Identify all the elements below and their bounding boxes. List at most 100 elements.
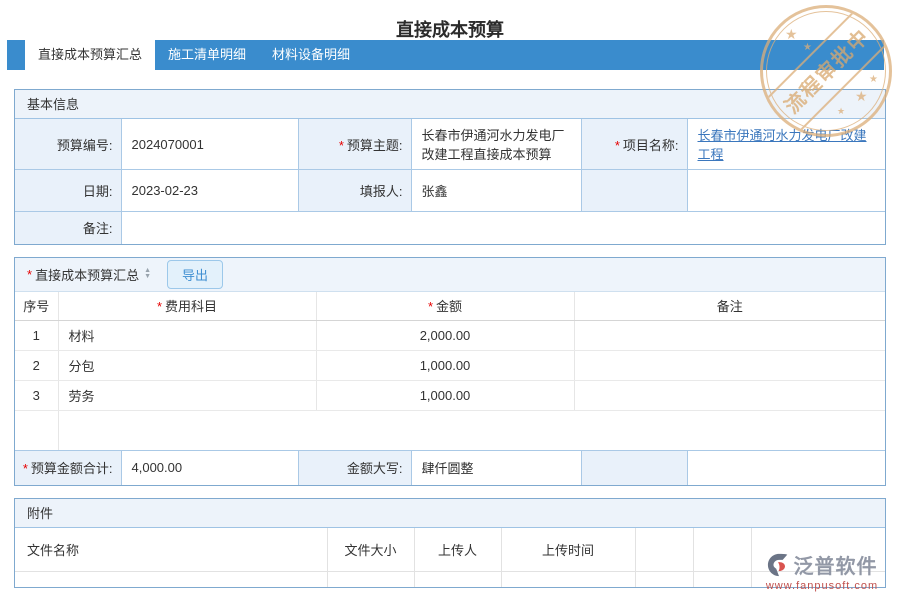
col-header-no: 序号 <box>15 292 58 321</box>
brand-site-url: www.fanpusoft.com <box>752 580 892 592</box>
remark-label: 备注: <box>15 212 121 244</box>
row-no: 2 <box>15 351 58 381</box>
project-name-label-text: 项目名称: <box>623 138 679 153</box>
budget-no-value: 2024070001 <box>121 119 298 170</box>
required-marker: * <box>23 461 28 476</box>
basic-info-panel: 基本信息 预算编号: 2024070001 *预算主题: 长春市伊通河水力发电厂… <box>14 89 886 245</box>
required-marker: * <box>339 138 344 153</box>
empty-cell <box>574 411 885 450</box>
amount-in-words-label-text: 金额大写: <box>347 461 403 476</box>
preparer-value: 张鑫 <box>411 170 581 212</box>
table-row: 3 劳务 1,000.00 <box>15 381 885 411</box>
row-no: 1 <box>15 321 58 351</box>
summary-panel: * 直接成本预算汇总 ▲ ▼ 导出 序号 *费用科目 *金额 备注 1 材料 <box>14 257 886 487</box>
empty-cell <box>414 571 501 587</box>
remark-value <box>121 212 885 244</box>
col-header-subject: *费用科目 <box>58 292 316 321</box>
col-header-remark: 备注 <box>574 292 885 321</box>
empty-cell <box>58 411 316 450</box>
table-row: 日期: 2023-02-23 填报人: 张鑫 <box>15 170 885 212</box>
row-remark <box>574 321 885 351</box>
tab-material-equipment-detail[interactable]: 材料设备明细 <box>259 40 363 70</box>
total-amount-label-text: 预算金额合计: <box>31 461 113 476</box>
brand-logo-top: 泛普软件 <box>752 550 892 579</box>
budget-no-label-text: 预算编号: <box>57 138 113 153</box>
empty-cell <box>693 571 751 587</box>
col-header-upload-time: 上传时间 <box>501 528 635 571</box>
project-name-label: *项目名称: <box>581 119 687 170</box>
tab-direct-cost-summary[interactable]: 直接成本预算汇总 <box>25 40 155 70</box>
col-no-text: 序号 <box>23 299 49 314</box>
brand-logo: 泛普软件 www.fanpusoft.com <box>752 550 892 592</box>
tab-bar: 直接成本预算汇总 施工清单明细 材料设备明细 <box>7 40 884 70</box>
row-no: 3 <box>15 381 58 411</box>
row-amount: 1,000.00 <box>316 351 574 381</box>
col-remark-text: 备注 <box>717 299 743 314</box>
required-marker: * <box>157 299 162 314</box>
empty-table-space <box>15 411 885 450</box>
subject-label-text: 预算主题: <box>347 138 403 153</box>
budget-no-label: 预算编号: <box>15 119 121 170</box>
empty-value-cell <box>687 450 885 485</box>
page-root: 直接成本预算 直接成本预算汇总 施工清单明细 材料设备明细 基本信息 预算编号:… <box>0 0 900 588</box>
project-name-link[interactable]: 长春市伊通河水力发电厂改建工程 <box>698 128 867 162</box>
row-remark <box>574 351 885 381</box>
summary-total-row: *预算金额合计: 4,000.00 金额大写: 肆仟圆整 <box>15 450 885 486</box>
date-label: 日期: <box>15 170 121 212</box>
empty-label-cell <box>581 450 687 485</box>
table-row: 备注: <box>15 212 885 244</box>
brand-name: 泛普软件 <box>794 550 878 579</box>
row-amount: 1,000.00 <box>316 381 574 411</box>
amount-in-words-value: 肆仟圆整 <box>411 450 581 485</box>
project-name-cell: 长春市伊通河水力发电厂改建工程 <box>687 119 885 170</box>
basic-info-section-title: 基本信息 <box>15 90 885 119</box>
remark-label-text: 备注: <box>83 221 113 236</box>
table-row: 1 材料 2,000.00 <box>15 321 885 351</box>
empty-cell <box>15 411 58 450</box>
row-subject: 材料 <box>58 321 316 351</box>
table-row: *预算金额合计: 4,000.00 金额大写: 肆仟圆整 <box>15 450 885 485</box>
sort-down-icon: ▼ <box>144 274 151 280</box>
col-amount-text: 金额 <box>436 299 462 314</box>
amount-in-words-label: 金额大写: <box>298 450 411 485</box>
page-title: 直接成本预算 <box>0 0 900 40</box>
empty-cell <box>15 571 327 587</box>
empty-header-cell <box>635 528 693 571</box>
table-row: 2 分包 1,000.00 <box>15 351 885 381</box>
row-subject: 分包 <box>58 351 316 381</box>
sort-icon[interactable]: ▲ ▼ <box>144 268 151 280</box>
col-header-file-name: 文件名称 <box>15 528 327 571</box>
required-marker: * <box>615 138 620 153</box>
col-subject-text: 费用科目 <box>165 299 217 314</box>
empty-label-cell <box>581 170 687 212</box>
col-header-uploader: 上传人 <box>414 528 501 571</box>
row-remark <box>574 381 885 411</box>
preparer-label: 填报人: <box>298 170 411 212</box>
preparer-label-text: 填报人: <box>360 184 403 199</box>
empty-header-cell <box>693 528 751 571</box>
summary-toolbar: * 直接成本预算汇总 ▲ ▼ 导出 <box>15 258 885 292</box>
fanpu-logo-icon <box>767 553 791 577</box>
row-subject: 劳务 <box>58 381 316 411</box>
empty-cell <box>501 571 635 587</box>
summary-table: 序号 *费用科目 *金额 备注 1 材料 2,000.00 2 分包 1,000… <box>15 292 885 450</box>
col-header-amount: *金额 <box>316 292 574 321</box>
total-amount-value: 4,000.00 <box>121 450 298 485</box>
required-marker: * <box>27 267 32 282</box>
empty-cell <box>635 571 693 587</box>
row-amount: 2,000.00 <box>316 321 574 351</box>
tab-construction-list-detail[interactable]: 施工清单明细 <box>155 40 259 70</box>
star-icon: ★ <box>869 74 878 85</box>
attachments-section-title: 附件 <box>15 499 885 528</box>
empty-value-cell <box>687 170 885 212</box>
col-header-file-size: 文件大小 <box>327 528 414 571</box>
summary-section-title: 直接成本预算汇总 <box>35 265 139 284</box>
basic-info-table: 预算编号: 2024070001 *预算主题: 长春市伊通河水力发电厂改建工程直… <box>15 119 885 244</box>
empty-cell <box>327 571 414 587</box>
date-label-text: 日期: <box>83 184 113 199</box>
export-button[interactable]: 导出 <box>167 260 223 289</box>
total-amount-label: *预算金额合计: <box>15 450 121 485</box>
table-header-row: 序号 *费用科目 *金额 备注 <box>15 292 885 321</box>
date-value: 2023-02-23 <box>121 170 298 212</box>
required-marker: * <box>428 299 433 314</box>
